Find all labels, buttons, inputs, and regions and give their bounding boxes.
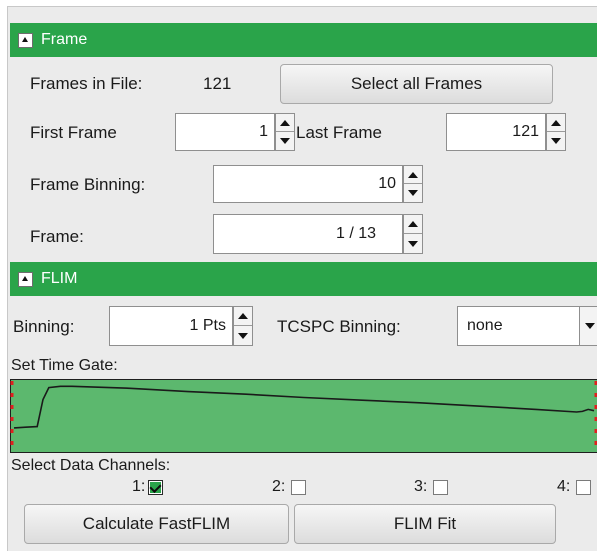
flim-section-title: FLIM	[41, 270, 78, 287]
spin-down-icon[interactable]	[404, 184, 422, 202]
frame-binning-input[interactable]: 10	[213, 165, 403, 203]
last-frame-spinner[interactable]	[546, 113, 566, 151]
data-channels-label: Select Data Channels:	[11, 457, 171, 474]
spin-down-icon[interactable]	[404, 234, 422, 253]
channel-3-label: 3:	[414, 478, 428, 495]
binning-label: Binning:	[13, 317, 75, 336]
collapse-icon[interactable]	[18, 271, 33, 287]
time-gate-label: Set Time Gate:	[11, 357, 118, 374]
chevron-down-icon[interactable]	[579, 307, 597, 345]
spin-up-icon[interactable]	[276, 114, 294, 132]
frame-input[interactable]: 1 / 13	[213, 214, 403, 254]
first-frame-label: First Frame	[30, 123, 117, 142]
spin-down-icon[interactable]	[276, 132, 294, 150]
frame-binning-label: Frame Binning:	[30, 175, 146, 194]
settings-panel: Frame Frames in File: 121 Select all Fra…	[7, 6, 597, 551]
frame-section-title: Frame	[41, 31, 88, 48]
last-frame-input[interactable]: 121	[446, 113, 546, 151]
frame-spinner[interactable]	[403, 214, 423, 254]
calculate-fastflim-button[interactable]: Calculate FastFLIM	[24, 504, 289, 544]
first-frame-input[interactable]: 1	[175, 113, 275, 151]
channel-4-checkbox[interactable]	[576, 480, 591, 495]
binning-input[interactable]: 1 Pts	[109, 306, 233, 346]
spin-down-icon[interactable]	[234, 326, 252, 345]
spin-up-icon[interactable]	[547, 114, 565, 132]
frame-section-header[interactable]: Frame	[10, 23, 597, 57]
frame-binning-spinner[interactable]	[403, 165, 423, 203]
spin-up-icon[interactable]	[404, 166, 422, 184]
spin-up-icon[interactable]	[234, 307, 252, 326]
spin-up-icon[interactable]	[404, 215, 422, 234]
flim-fit-button[interactable]: FLIM Fit	[294, 504, 556, 544]
collapse-icon[interactable]	[18, 32, 33, 48]
flim-section-header[interactable]: FLIM	[10, 262, 597, 296]
frames-in-file-value: 121	[203, 74, 232, 93]
first-frame-spinner[interactable]	[275, 113, 295, 151]
first-frame-value: 1	[259, 123, 268, 140]
time-gate-plot[interactable]	[10, 379, 597, 453]
channel-2-label: 2:	[272, 478, 286, 495]
frame-label: Frame:	[30, 227, 84, 246]
channel-3-checkbox[interactable]	[433, 480, 448, 495]
last-frame-value: 121	[512, 123, 539, 140]
channel-1-checkbox[interactable]	[148, 480, 163, 495]
channel-2-checkbox[interactable]	[291, 480, 306, 495]
select-all-frames-button[interactable]: Select all Frames	[280, 64, 553, 104]
channel-4-label: 4:	[557, 478, 571, 495]
channel-1-label: 1:	[132, 478, 146, 495]
spin-down-icon[interactable]	[547, 132, 565, 150]
last-frame-label: Last Frame	[296, 123, 382, 142]
time-gate-area	[10, 379, 597, 453]
tcspc-binning-select[interactable]: none	[457, 306, 597, 346]
binning-spinner[interactable]	[233, 306, 253, 346]
frame-value: 1 / 13	[335, 225, 376, 242]
binning-value: 1 Pts	[189, 317, 226, 334]
frames-in-file-label: Frames in File:	[30, 74, 143, 93]
tcspc-binning-value: none	[467, 317, 503, 334]
frame-binning-value: 10	[378, 175, 396, 192]
tcspc-binning-label: TCSPC Binning:	[277, 317, 401, 336]
